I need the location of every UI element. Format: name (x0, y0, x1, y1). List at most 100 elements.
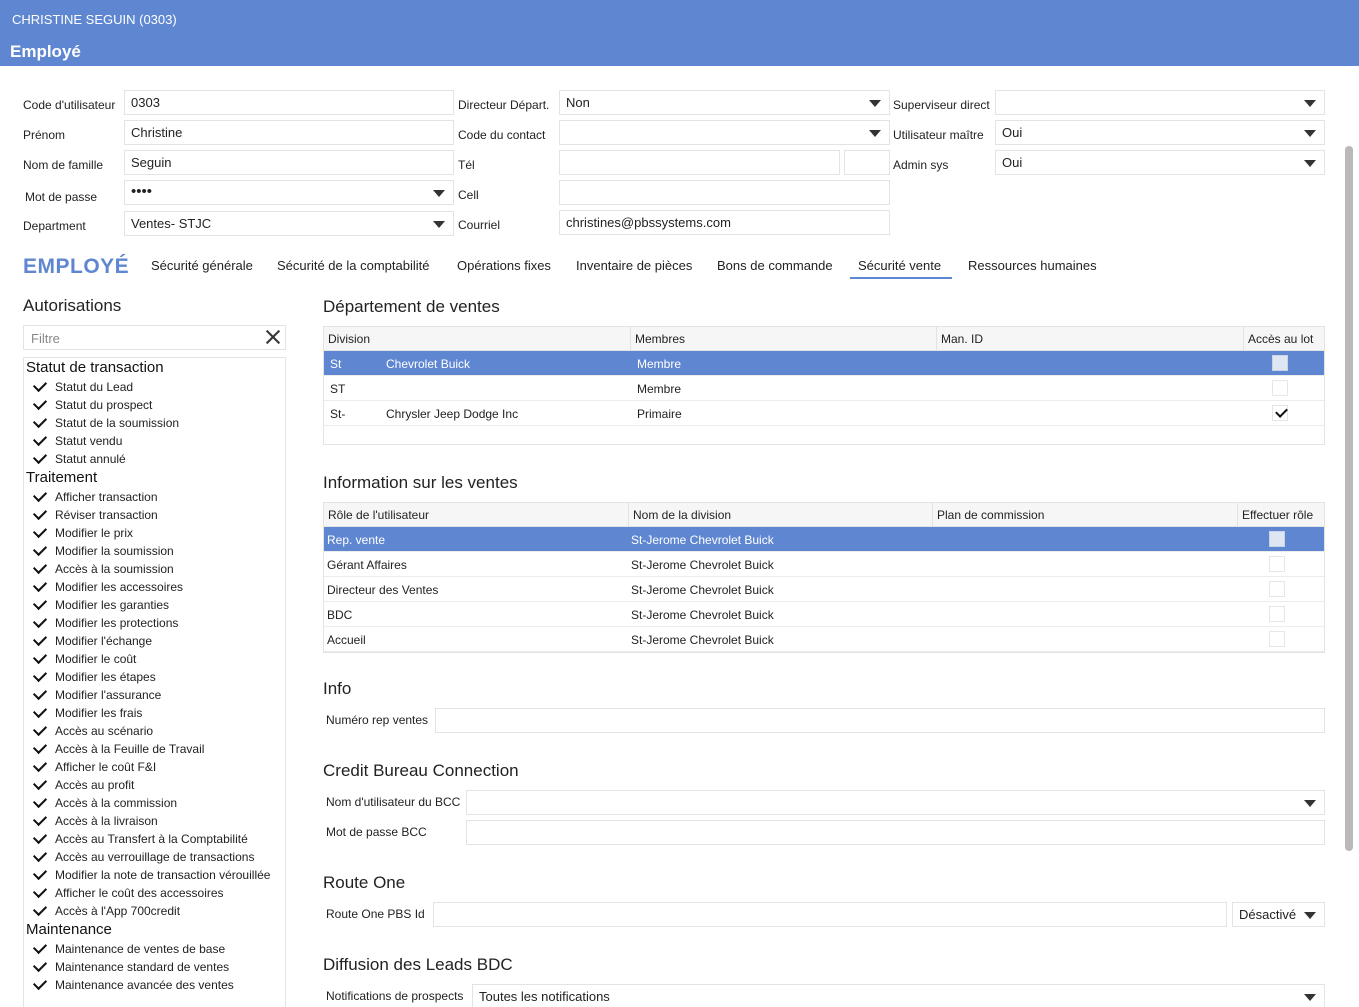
master-user-dropdown[interactable]: Oui (995, 120, 1325, 145)
phone-ext-input[interactable] (844, 150, 890, 175)
email-input[interactable]: christines@pbssystems.com (559, 210, 890, 235)
checkmark-icon[interactable] (32, 793, 48, 809)
permission-item[interactable]: Afficher le coût des accessoires (24, 883, 285, 902)
dept-director-dropdown[interactable]: Non (559, 90, 890, 115)
perform-role-checkbox[interactable] (1269, 556, 1285, 572)
permission-item[interactable]: Accès à la Feuille de Travail (24, 739, 285, 758)
vertical-scrollbar[interactable] (1345, 146, 1353, 851)
tab-parts-inventory[interactable]: Inventaire de pièces (576, 258, 692, 273)
notif-dropdown[interactable]: Toutes les notifications (472, 984, 1325, 1007)
permission-item[interactable]: Accès au profit (24, 775, 285, 794)
tab-human-resources[interactable]: Ressources humaines (968, 258, 1097, 273)
permission-item[interactable]: Afficher transaction (24, 487, 285, 506)
perform-role-checkbox[interactable] (1269, 531, 1285, 547)
perform-role-checkbox[interactable] (1269, 606, 1285, 622)
user-code-input[interactable]: 0303 (124, 90, 454, 115)
lot-access-checkbox[interactable] (1272, 355, 1288, 371)
permission-item[interactable]: Accès à la soumission (24, 559, 285, 578)
lot-access-checkbox[interactable] (1272, 380, 1288, 396)
tab-fixed-operations[interactable]: Opérations fixes (457, 258, 551, 273)
checkmark-icon[interactable] (32, 739, 48, 755)
permission-item[interactable]: Maintenance standard de ventes (24, 957, 285, 976)
checkmark-icon[interactable] (32, 883, 48, 899)
permission-item[interactable]: Statut du Lead (24, 377, 285, 396)
bcc-password-input[interactable] (466, 820, 1325, 845)
password-dropdown[interactable]: •••• (124, 180, 454, 205)
permission-item[interactable]: Modifier les garanties (24, 595, 285, 614)
checkmark-icon[interactable] (32, 577, 48, 593)
checkmark-icon[interactable] (32, 939, 48, 955)
tab-accounting-security[interactable]: Sécurité de la comptabilité (277, 258, 429, 273)
checkmark-icon[interactable] (32, 757, 48, 773)
permission-item[interactable]: Maintenance avancée des ventes (24, 975, 285, 994)
permission-item[interactable]: Modifier la soumission (24, 541, 285, 560)
permission-item[interactable]: Modifier les protections (24, 613, 285, 632)
checkmark-icon[interactable] (32, 395, 48, 411)
permission-item[interactable]: Accès à l'App 700credit (24, 901, 285, 920)
table-row[interactable]: Rep. vente St-Jerome Chevrolet Buick (324, 527, 1324, 552)
checkmark-icon[interactable] (32, 595, 48, 611)
permission-item[interactable]: Statut du prospect (24, 395, 285, 414)
permission-item[interactable]: Afficher le coût F&I (24, 757, 285, 776)
table-row[interactable]: Directeur des Ventes St-Jerome Chevrolet … (324, 577, 1324, 602)
checkmark-icon[interactable] (32, 775, 48, 791)
permission-item[interactable]: Accès au Transfert à la Comptabilité (24, 829, 285, 848)
permission-item[interactable]: Accès au verrouillage de transactions (24, 847, 285, 866)
permission-item[interactable]: Statut vendu (24, 431, 285, 450)
department-dropdown[interactable]: Ventes- STJC (124, 211, 454, 236)
filter-input[interactable]: Filtre (23, 325, 286, 350)
checkmark-icon[interactable] (32, 413, 48, 429)
phone-input[interactable] (559, 150, 840, 175)
checkmark-icon[interactable] (32, 431, 48, 447)
permission-item[interactable]: Modifier les étapes (24, 667, 285, 686)
table-row[interactable]: Gérant Affaires St-Jerome Chevrolet Buick (324, 552, 1324, 577)
table-row[interactable]: BDC St-Jerome Chevrolet Buick (324, 602, 1324, 627)
checkmark-icon[interactable] (32, 541, 48, 557)
checkmark-icon[interactable] (32, 559, 48, 575)
checkmark-icon[interactable] (32, 685, 48, 701)
checkmark-icon[interactable] (32, 523, 48, 539)
checkmark-icon[interactable] (32, 487, 48, 503)
direct-supervisor-dropdown[interactable] (995, 90, 1325, 115)
route-one-status-dropdown[interactable]: Désactivé (1232, 902, 1325, 927)
admin-sys-dropdown[interactable]: Oui (995, 150, 1325, 175)
permission-item[interactable]: Modifier l'échange (24, 631, 285, 650)
permission-item[interactable]: Maintenance de ventes de base (24, 939, 285, 958)
checkmark-icon[interactable] (32, 631, 48, 647)
bcc-user-dropdown[interactable] (466, 790, 1325, 815)
perform-role-checkbox[interactable] (1269, 581, 1285, 597)
permission-item[interactable]: Modifier la note de transaction vérouill… (24, 865, 285, 884)
table-row[interactable]: St Chevrolet Buick Membre (324, 351, 1324, 376)
cell-input[interactable] (559, 180, 890, 205)
checkmark-icon[interactable] (32, 505, 48, 521)
close-icon[interactable] (264, 328, 282, 346)
rep-number-input[interactable] (435, 708, 1325, 733)
permission-item[interactable]: Accès à la commission (24, 793, 285, 812)
checkmark-icon[interactable] (32, 975, 48, 991)
route-one-id-input[interactable] (433, 902, 1227, 927)
checkmark-icon[interactable] (32, 649, 48, 665)
tab-purchase-orders[interactable]: Bons de commande (717, 258, 833, 273)
checkmark-icon[interactable] (32, 865, 48, 881)
last-name-input[interactable]: Seguin (124, 150, 454, 175)
checkmark-icon[interactable] (32, 901, 48, 917)
checkmark-icon[interactable] (32, 721, 48, 737)
permission-item[interactable]: Modifier le prix (24, 523, 285, 542)
permission-item[interactable]: Modifier les frais (24, 703, 285, 722)
checkmark-icon[interactable] (32, 703, 48, 719)
contact-code-dropdown[interactable] (559, 120, 890, 145)
permission-item[interactable]: Réviser transaction (24, 505, 285, 524)
permission-item[interactable]: Accès au scénario (24, 721, 285, 740)
checkmark-icon[interactable] (32, 829, 48, 845)
checkmark-icon[interactable] (32, 613, 48, 629)
tab-general-security[interactable]: Sécurité générale (151, 258, 253, 273)
table-row[interactable]: ST Membre (324, 376, 1324, 401)
perform-role-checkbox[interactable] (1269, 631, 1285, 647)
tab-sales-security[interactable]: Sécurité vente (858, 258, 941, 273)
first-name-input[interactable]: Christine (124, 120, 454, 145)
checkmark-icon[interactable] (32, 957, 48, 973)
permission-item[interactable]: Accès à la livraison (24, 811, 285, 830)
permission-item[interactable]: Modifier le coût (24, 649, 285, 668)
permission-item[interactable]: Modifier l'assurance (24, 685, 285, 704)
table-row[interactable]: St- Chrysler Jeep Dodge Inc Primaire (324, 401, 1324, 426)
